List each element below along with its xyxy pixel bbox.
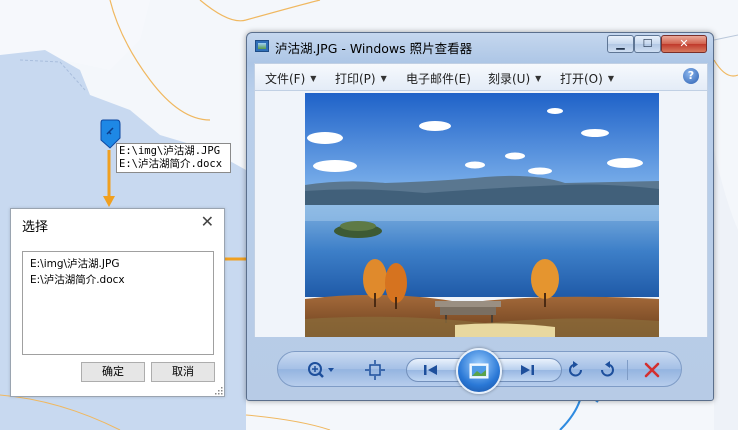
rotate-right-icon[interactable] (596, 359, 618, 381)
previous-icon[interactable] (421, 361, 441, 379)
rotate-left-icon[interactable] (565, 359, 587, 381)
file-list[interactable]: E:\img\泸沽湖.JPG E:\泸沽湖简介.docx (22, 251, 214, 355)
photo-viewer-app-icon (255, 40, 269, 52)
chevron-down-icon: ▼ (310, 74, 317, 83)
file-path-callout: E:\img\泸沽湖.JPG E:\泸沽湖简介.docx (116, 143, 231, 173)
slideshow-icon (469, 363, 489, 379)
menu-burn[interactable]: 刻录(U) ▼ (488, 70, 541, 87)
photo-display-area (254, 91, 708, 337)
cancel-button[interactable]: 取消 (151, 362, 215, 382)
chevron-down-icon: ▼ (535, 74, 542, 83)
menu-file[interactable]: 文件(F) ▼ (265, 70, 316, 87)
minimize-icon: ▁ (616, 37, 625, 50)
viewer-control-bar (277, 348, 682, 394)
menu-print[interactable]: 打印(P) ▼ (335, 70, 387, 87)
delete-icon[interactable] (641, 359, 663, 381)
maximize-icon: ☐ (642, 37, 653, 50)
fit-window-icon[interactable] (364, 359, 386, 381)
menu-burn-label: 刻录(U) (488, 72, 531, 86)
list-item[interactable]: E:\img\泸沽湖.JPG (30, 256, 206, 272)
resize-grip-icon[interactable] (215, 387, 223, 395)
chevron-down-icon: ▼ (380, 74, 387, 83)
lake-photo (305, 93, 659, 337)
maximize-button[interactable]: ☐ (634, 35, 661, 53)
slideshow-button[interactable] (456, 348, 502, 394)
arrow-down-icon (103, 150, 115, 207)
menu-file-label: 文件(F) (265, 72, 306, 86)
close-icon[interactable]: ✕ (201, 214, 214, 230)
photo-viewer-window: 泸沽湖.JPG - Windows 照片查看器 ▁ ☐ ✕ 文件(F) ▼ 打印(… (246, 32, 714, 401)
callout-line-doc: E:\泸沽湖简介.docx (119, 158, 223, 170)
window-title: 泸沽湖.JPG - Windows 照片查看器 (275, 41, 473, 56)
callout-line-image: E:\img\泸沽湖.JPG (119, 145, 221, 157)
menu-email[interactable]: 电子邮件(E) (406, 70, 471, 87)
menu-open[interactable]: 打开(O) ▼ (560, 70, 614, 87)
menu-open-label: 打开(O) (560, 72, 603, 86)
next-icon[interactable] (517, 361, 537, 379)
menu-print-label: 打印(P) (335, 72, 376, 86)
help-icon[interactable]: ? (683, 68, 699, 84)
menu-bar: 文件(F) ▼ 打印(P) ▼ 电子邮件(E) 刻录(U) ▼ 打开(O) ▼ ? (254, 63, 708, 91)
chevron-down-icon: ▼ (607, 74, 614, 83)
select-dialog: 选择 ✕ E:\img\泸沽湖.JPG E:\泸沽湖简介.docx 确定 取消 (10, 208, 225, 397)
toolbar-separator (627, 360, 628, 380)
dialog-title: 选择 (22, 220, 49, 235)
ok-button[interactable]: 确定 (81, 362, 145, 382)
zoom-icon[interactable] (304, 359, 338, 381)
close-window-button[interactable]: ✕ (661, 35, 707, 53)
minimize-button[interactable]: ▁ (607, 35, 634, 53)
list-item[interactable]: E:\泸沽湖简介.docx (30, 272, 206, 288)
close-icon: ✕ (679, 37, 689, 50)
menu-email-label: 电子邮件(E) (406, 72, 471, 86)
